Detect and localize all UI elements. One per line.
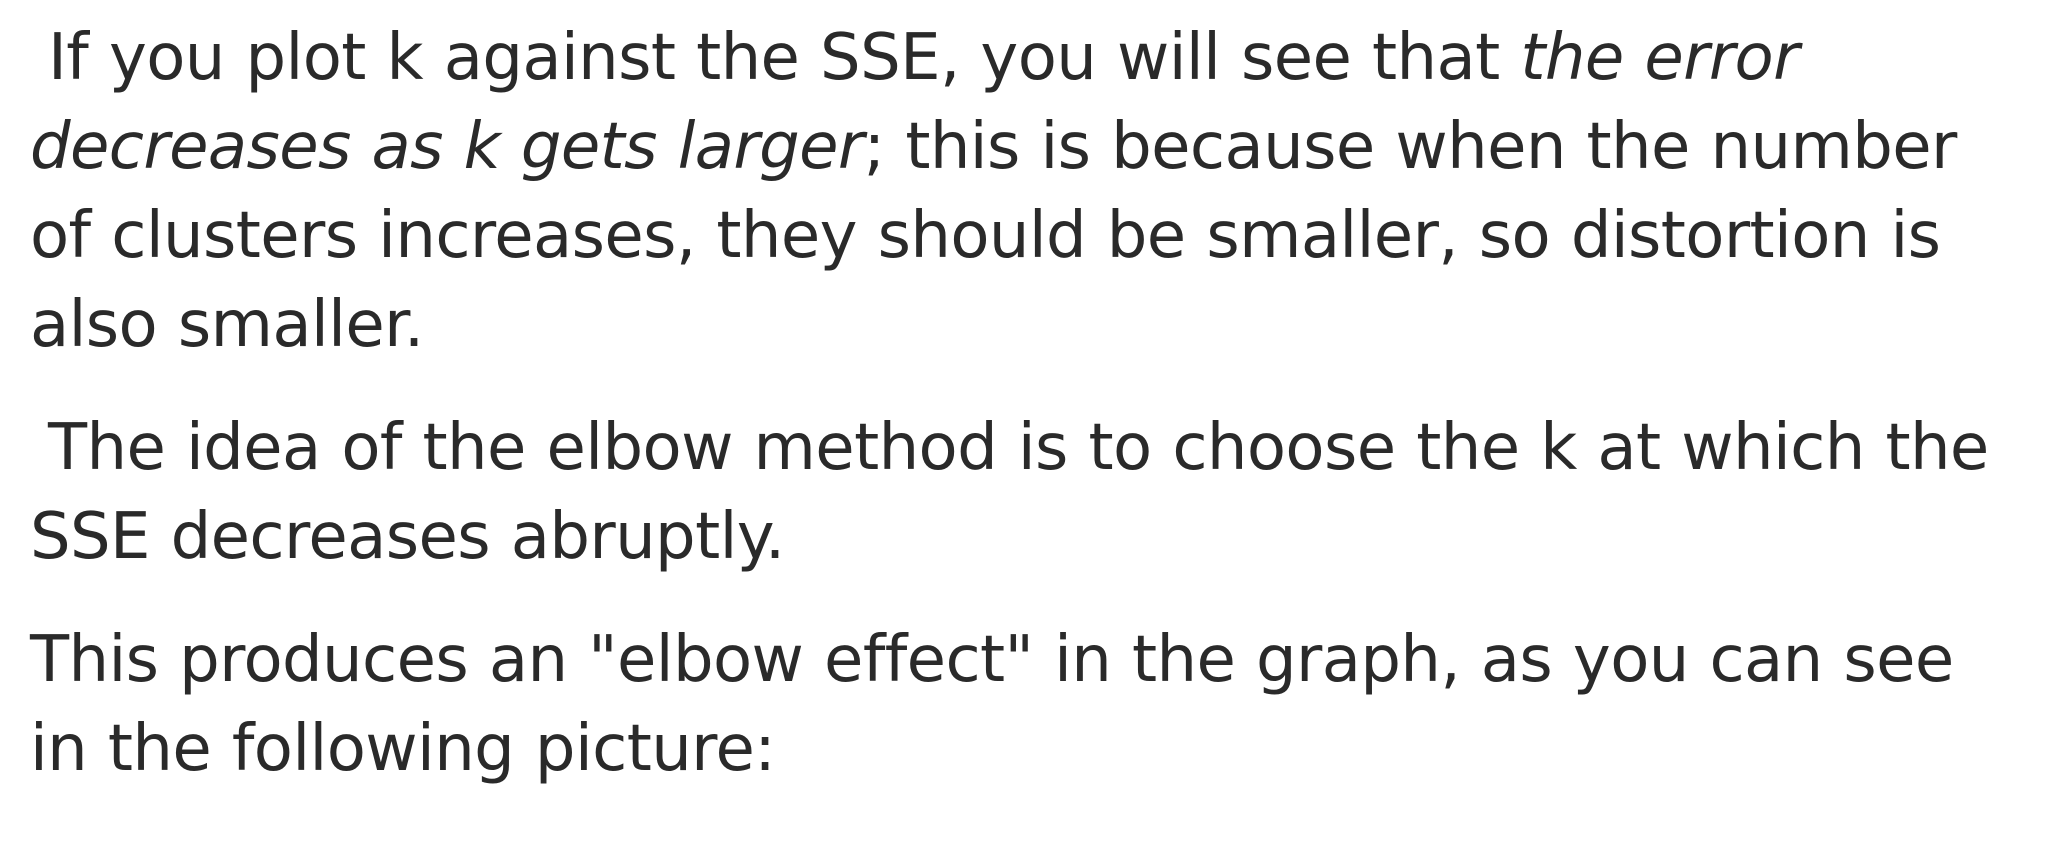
text-span: The idea of the elbow method is to choos…: [48, 411, 1989, 485]
paragraph-elbow-effect: This produces an "elbow effect" in the g…: [30, 616, 2040, 794]
article-body: If you plot k against the SSE, you will …: [30, 14, 2040, 794]
paragraph-sse-explanation: If you plot k against the SSE, you will …: [30, 14, 2040, 370]
emphasis-text: decreases as k gets larger: [30, 110, 864, 184]
text-line: The idea of the elbow method is to choos…: [30, 404, 2040, 493]
text-line: of clusters increases, they should be sm…: [30, 192, 2040, 281]
text-span: also smaller.: [30, 288, 424, 362]
text-span: If you plot k against the SSE, you will …: [48, 21, 1521, 95]
text-span: in the following picture:: [30, 712, 776, 786]
text-line: This produces an "elbow effect" in the g…: [30, 616, 2040, 705]
text-span: of clusters increases, they should be sm…: [30, 199, 1941, 273]
text-span: This produces an "elbow effect" in the g…: [30, 623, 1954, 697]
text-line: decreases as k gets larger; this is beca…: [30, 103, 2040, 192]
text-span: SSE decreases abruptly.: [30, 500, 785, 574]
paragraph-elbow-idea: The idea of the elbow method is to choos…: [30, 404, 2040, 582]
text-line: also smaller.: [30, 281, 2040, 370]
text-span: ; this is because when the number: [863, 110, 1958, 184]
emphasis-text: the error: [1520, 21, 1799, 95]
text-line: in the following picture:: [30, 705, 2040, 794]
text-line: SSE decreases abruptly.: [30, 493, 2040, 582]
text-line: If you plot k against the SSE, you will …: [30, 14, 2040, 103]
